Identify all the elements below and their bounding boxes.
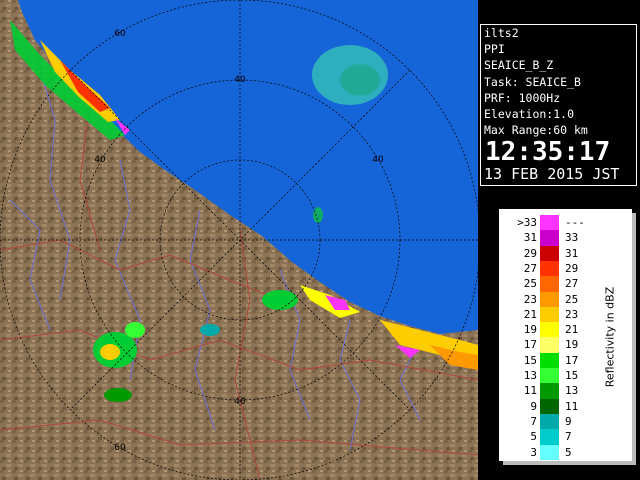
legend-low-value: 11 [523, 384, 537, 398]
legend-low-value: 7 [530, 414, 537, 428]
legend-high-value: 21 [565, 323, 579, 337]
legend-low-value: 27 [523, 261, 537, 275]
legend-high-value: 19 [565, 338, 579, 352]
legend-color-swatch [540, 413, 559, 430]
legend-color-swatch [540, 383, 559, 399]
legend-low-value: 23 [523, 292, 537, 306]
legend-low-value: 21 [523, 307, 537, 321]
field-name: SEAICE_B_Z [484, 58, 554, 73]
legend-high-value: 33 [565, 231, 579, 245]
ring-label-40-right: 40 [372, 155, 384, 165]
legend-high-value: 11 [565, 399, 579, 413]
ring-label-40-bottom: 40 [234, 397, 246, 407]
ring-label-60-bottom: 60 [114, 443, 126, 453]
legend-row: >33 --- [499, 215, 632, 231]
ring-label-60-top: 60 [114, 29, 126, 39]
legend-low-value: 3 [530, 445, 537, 459]
legend-row: 31 33 [499, 230, 632, 246]
legend-low-value: 15 [523, 353, 537, 367]
legend-high-value: 13 [565, 384, 579, 398]
legend-high-value: 17 [565, 353, 579, 367]
legend-row: 57 [499, 429, 632, 445]
time-display: 12:35:17 [485, 137, 611, 168]
sea-ice-echo-core [340, 64, 380, 96]
prf-value: PRF: 1000Hz [484, 90, 561, 105]
ring-label-40-top: 40 [234, 75, 246, 85]
legend-low-value: 25 [523, 277, 537, 291]
date-display: 13 FEB 2015 JST [484, 165, 620, 184]
legend-low-value: 31 [523, 231, 537, 245]
radar-map-svg: 60 40 40 40 40 60 [0, 0, 478, 480]
legend-color-swatch [540, 291, 559, 307]
radar-ppi-map: 60 40 40 40 40 60 [0, 0, 478, 480]
legend-color-swatch [540, 245, 559, 262]
legend-high-value: 31 [565, 246, 579, 260]
max-range-value: Max Range:60 km [484, 123, 588, 138]
legend-high-value: 27 [565, 277, 579, 291]
legend-low-value: 19 [523, 323, 537, 337]
legend-low-value: 5 [530, 430, 537, 444]
product-name: PPI [484, 42, 505, 57]
legend-color-swatch [540, 322, 559, 338]
station-name: ilts2 [484, 26, 519, 40]
legend-color-swatch [540, 276, 559, 292]
legend-high-value: 7 [565, 430, 572, 444]
legend-high-value: 29 [565, 261, 579, 275]
legend-high-value: --- [565, 216, 585, 229]
legend-color-swatch [540, 368, 559, 384]
legend-color-swatch [540, 230, 559, 246]
legend-low-value: 9 [530, 399, 537, 413]
legend-color-swatch [540, 444, 559, 460]
task-name: Task: SEAICE_B [484, 74, 581, 89]
legend-high-value: 5 [565, 445, 572, 459]
legend-high-value: 9 [565, 414, 572, 428]
legend-low-value: 29 [523, 246, 537, 260]
small-sea-echo [313, 207, 323, 223]
legend-low-value: 13 [523, 369, 537, 382]
legend-row: 35 [499, 444, 632, 460]
legend-color-swatch [540, 352, 559, 369]
legend-high-value: 23 [565, 307, 579, 321]
elevation-value: Elevation:1.0 [484, 107, 575, 122]
legend-color-swatch [540, 337, 559, 353]
legend-low-value: 17 [523, 338, 537, 352]
legend-color-swatch [540, 398, 559, 415]
legend-low-value: >33 [517, 216, 537, 229]
legend-color-swatch [540, 306, 559, 323]
legend-high-value: 15 [565, 369, 579, 382]
legend-color-swatch [540, 429, 559, 445]
legend-unit-label: Reflectivity in dBZ [603, 286, 617, 388]
legend-color-swatch [540, 260, 559, 277]
ring-label-40-left: 40 [94, 155, 106, 165]
legend-color-swatch [540, 215, 559, 231]
legend-high-value: 25 [565, 292, 579, 306]
radar-info-panel: ilts2 PPI SEAICE_B_Z Task: SEAICE_B PRF:… [480, 24, 637, 186]
